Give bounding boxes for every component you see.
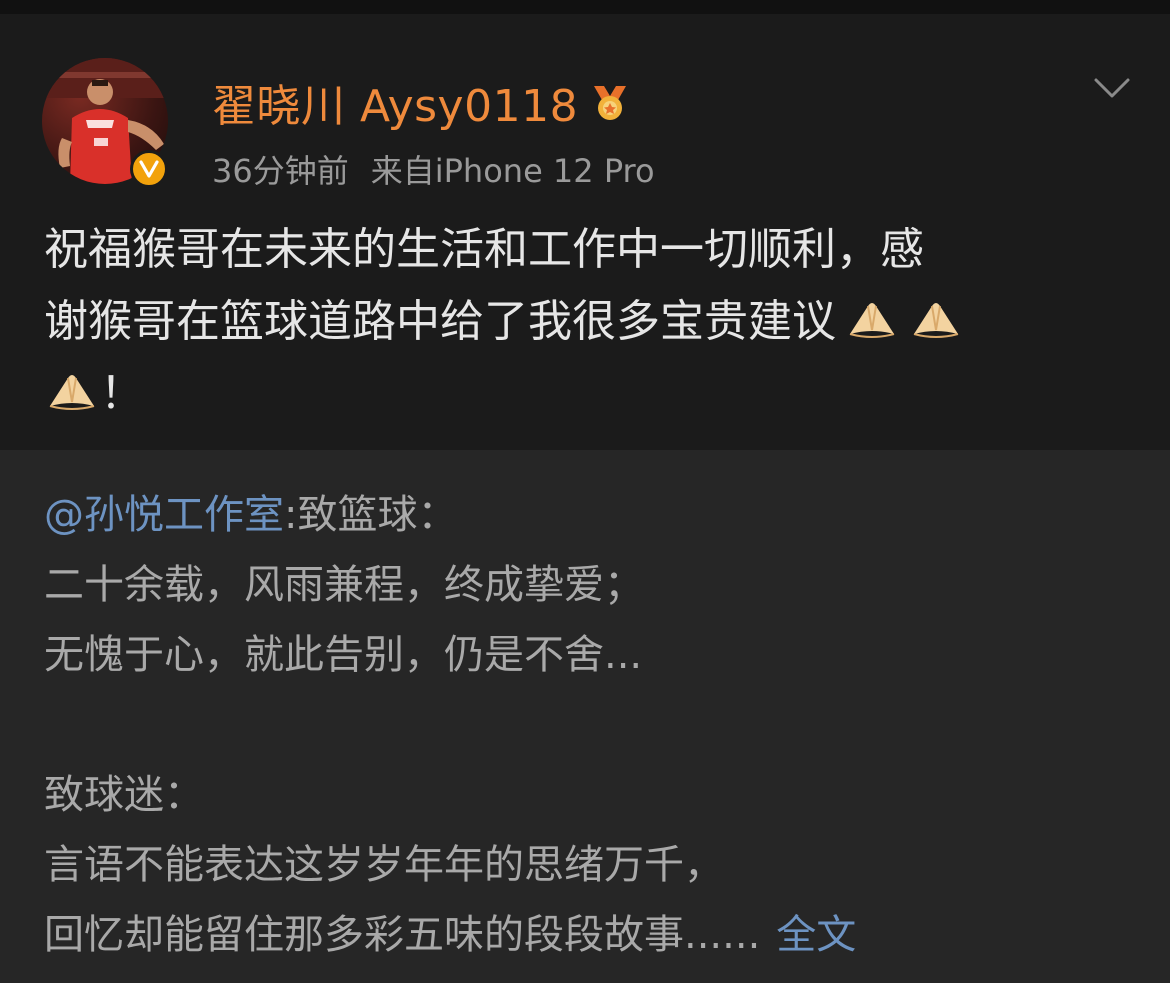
author-name[interactable]: 翟晓川 Aysy0118 <box>212 70 578 134</box>
post-text-segment: ！ <box>100 368 144 419</box>
repost-line: 回忆却能留住那多彩五味的段段故事...... 全文 <box>44 900 1134 970</box>
repost-title: :致篮球： <box>284 492 458 538</box>
folded-hands-icon <box>913 303 959 338</box>
repost-header-line: @孙悦工作室:致篮球： <box>44 480 1134 550</box>
post-text-segment: 谢猴哥在篮球道路中给了我很多宝贵建议 <box>44 296 836 347</box>
repost-line <box>44 690 1134 760</box>
mention-link[interactable]: @孙悦工作室 <box>44 492 284 538</box>
repost-line: 无愧于心，就此告别，仍是不舍... <box>44 632 643 678</box>
full-text-link[interactable]: 全文 <box>776 912 856 958</box>
repost-line: 二十余载，风雨兼程，终成挚爱； <box>44 562 644 608</box>
repost-line: 言语不能表达这岁岁年年的思绪万千， <box>44 842 724 888</box>
top-separator <box>0 0 1170 14</box>
folded-hands-icon <box>849 303 895 338</box>
post-source: 来自iPhone 12 Pro <box>370 152 655 190</box>
repost-line-text: 回忆却能留住那多彩五味的段段故事...... <box>44 912 761 958</box>
folded-hands-icon <box>49 375 95 410</box>
verified-badge-icon <box>130 150 168 188</box>
medal-icon <box>594 86 627 120</box>
post-time: 36分钟前 <box>212 152 349 190</box>
post-text: 祝福猴哥在未来的生活和工作中一切顺利，感 谢猴哥在篮球道路中给了我很多宝贵建议 … <box>44 214 1124 430</box>
post-meta: 36分钟前 来自iPhone 12 Pro <box>212 146 655 192</box>
repost-line: 致球迷： <box>44 772 204 818</box>
post-text-line: 祝福猴哥在未来的生活和工作中一切顺利，感 <box>44 224 924 275</box>
repost-text: @孙悦工作室:致篮球： 二十余载，风雨兼程，终成挚爱； 无愧于心，就此告别，仍是… <box>44 480 1134 970</box>
post-text-line: 谢猴哥在篮球道路中给了我很多宝贵建议 <box>44 286 1124 358</box>
author-name-row: 翟晓川 Aysy0118 <box>212 74 632 132</box>
post-text-line: ！ <box>44 358 1124 430</box>
chevron-down-icon[interactable] <box>1090 70 1134 106</box>
